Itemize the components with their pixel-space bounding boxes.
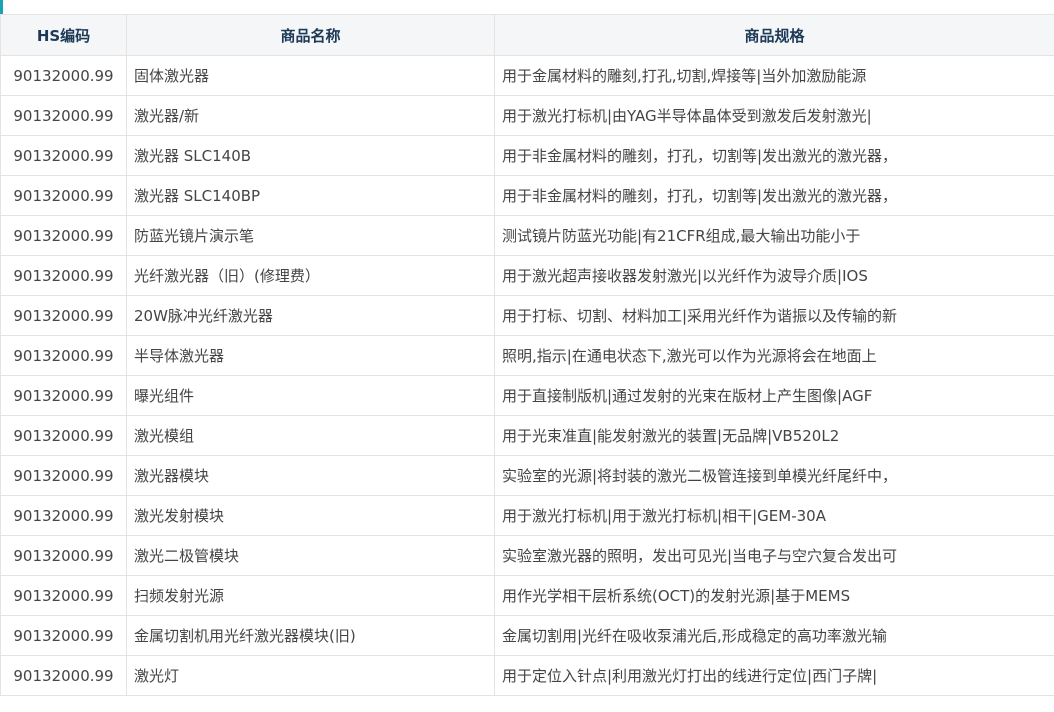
header-row: HS编码 商品名称 商品规格 [0,14,1054,56]
product-spec-cell: 用于打标、切割、材料加工|采用光纤作为谐振以及传输的新 [494,295,1054,336]
hs-code-cell: 90132000.99 [0,455,127,496]
header-product-name: 商品名称 [126,14,495,56]
table-row: 90132000.99 激光器 SLC140B 用于非金属材料的雕刻，打孔，切割… [0,135,1054,176]
table-row: 90132000.99 激光模组 用于光束准直|能发射激光的装置|无品牌|VB5… [0,415,1054,456]
product-name-cell: 激光模组 [126,415,495,456]
product-name-cell: 激光二极管模块 [126,535,495,576]
table-row: 90132000.99 半导体激光器 照明,指示|在通电状态下,激光可以作为光源… [0,335,1054,376]
table-row: 90132000.99 光纤激光器（旧）(修理费） 用于激光超声接收器发射激光|… [0,255,1054,296]
product-spec-cell: 实验室的光源|将封装的激光二极管连接到单模光纤尾纤中， [494,455,1054,496]
hs-code-cell: 90132000.99 [0,615,127,656]
table-row: 90132000.99 激光器/新 用于激光打标机|由YAG半导体晶体受到激发后… [0,95,1054,136]
product-name-cell: 光纤激光器（旧）(修理费） [126,255,495,296]
product-name-cell: 20W脉冲光纤激光器 [126,295,495,336]
table-row: 90132000.99 防蓝光镜片演示笔 测试镜片防蓝光功能|有21CFR组成,… [0,215,1054,256]
product-spec-cell: 用于激光超声接收器发射激光|以光纤作为波导介质|IOS [494,255,1054,296]
product-name-cell: 激光器 SLC140B [126,135,495,176]
table-row: 90132000.99 20W脉冲光纤激光器 用于打标、切割、材料加工|采用光纤… [0,295,1054,336]
accent-marker [0,0,3,14]
hs-code-cell: 90132000.99 [0,255,127,296]
product-spec-cell: 用于定位入针点|利用激光灯打出的线进行定位|西门子牌| [494,655,1054,696]
hs-code-cell: 90132000.99 [0,375,127,416]
table-row: 90132000.99 激光二极管模块 实验室激光器的照明，发出可见光|当电子与… [0,535,1054,576]
product-name-cell: 激光器模块 [126,455,495,496]
product-spec-cell: 照明,指示|在通电状态下,激光可以作为光源将会在地面上 [494,335,1054,376]
hs-code-cell: 90132000.99 [0,535,127,576]
product-spec-cell: 用于光束准直|能发射激光的装置|无品牌|VB520L2 [494,415,1054,456]
table-row: 90132000.99 固体激光器 用于金属材料的雕刻,打孔,切割,焊接等|当外… [0,55,1054,96]
hs-code-cell: 90132000.99 [0,335,127,376]
product-spec-cell: 用于金属材料的雕刻,打孔,切割,焊接等|当外加激励能源 [494,55,1054,96]
product-name-cell: 激光器/新 [126,95,495,136]
table-row: 90132000.99 激光器 SLC140BP 用于非金属材料的雕刻，打孔，切… [0,175,1054,216]
product-spec-cell: 测试镜片防蓝光功能|有21CFR组成,最大输出功能小于 [494,215,1054,256]
hs-code-table: HS编码 商品名称 商品规格 90132000.99 固体激光器 用于金属材料的… [0,14,1054,696]
hs-code-cell: 90132000.99 [0,55,127,96]
hs-code-cell: 90132000.99 [0,495,127,536]
table-row: 90132000.99 金属切割机用光纤激光器模块(旧) 金属切割用|光纤在吸收… [0,615,1054,656]
hs-code-cell: 90132000.99 [0,575,127,616]
hs-code-cell: 90132000.99 [0,415,127,456]
hs-code-cell: 90132000.99 [0,135,127,176]
product-spec-cell: 用作光学相干层析系统(OCT)的发射光源|基于MEMS [494,575,1054,616]
product-name-cell: 激光灯 [126,655,495,696]
product-name-cell: 激光器 SLC140BP [126,175,495,216]
product-name-cell: 曝光组件 [126,375,495,416]
table-row: 90132000.99 激光器模块 实验室的光源|将封装的激光二极管连接到单模光… [0,455,1054,496]
hs-code-cell: 90132000.99 [0,655,127,696]
product-name-cell: 金属切割机用光纤激光器模块(旧) [126,615,495,656]
product-spec-cell: 用于激光打标机|由YAG半导体晶体受到激发后发射激光| [494,95,1054,136]
table-header: HS编码 商品名称 商品规格 [0,14,1054,56]
product-spec-cell: 用于非金属材料的雕刻，打孔，切割等|发出激光的激光器， [494,135,1054,176]
header-hs-code: HS编码 [0,14,127,56]
hs-code-cell: 90132000.99 [0,215,127,256]
table-row: 90132000.99 激光灯 用于定位入针点|利用激光灯打出的线进行定位|西门… [0,655,1054,696]
product-spec-cell: 金属切割用|光纤在吸收泵浦光后,形成稳定的高功率激光输 [494,615,1054,656]
product-name-cell: 半导体激光器 [126,335,495,376]
header-product-spec: 商品规格 [494,14,1054,56]
product-spec-cell: 实验室激光器的照明，发出可见光|当电子与空穴复合发出可 [494,535,1054,576]
page: HS编码 商品名称 商品规格 90132000.99 固体激光器 用于金属材料的… [0,0,1054,712]
table-row: 90132000.99 扫频发射光源 用作光学相干层析系统(OCT)的发射光源|… [0,575,1054,616]
hs-code-cell: 90132000.99 [0,175,127,216]
product-name-cell: 激光发射模块 [126,495,495,536]
table-body: 90132000.99 固体激光器 用于金属材料的雕刻,打孔,切割,焊接等|当外… [0,55,1054,696]
product-spec-cell: 用于非金属材料的雕刻，打孔，切割等|发出激光的激光器， [494,175,1054,216]
product-spec-cell: 用于激光打标机|用于激光打标机|相干|GEM-30A [494,495,1054,536]
hs-code-cell: 90132000.99 [0,95,127,136]
product-spec-cell: 用于直接制版机|通过发射的光束在版材上产生图像|AGF [494,375,1054,416]
hs-code-cell: 90132000.99 [0,295,127,336]
product-name-cell: 扫频发射光源 [126,575,495,616]
table-row: 90132000.99 曝光组件 用于直接制版机|通过发射的光束在版材上产生图像… [0,375,1054,416]
product-name-cell: 防蓝光镜片演示笔 [126,215,495,256]
table-row: 90132000.99 激光发射模块 用于激光打标机|用于激光打标机|相干|GE… [0,495,1054,536]
product-name-cell: 固体激光器 [126,55,495,96]
